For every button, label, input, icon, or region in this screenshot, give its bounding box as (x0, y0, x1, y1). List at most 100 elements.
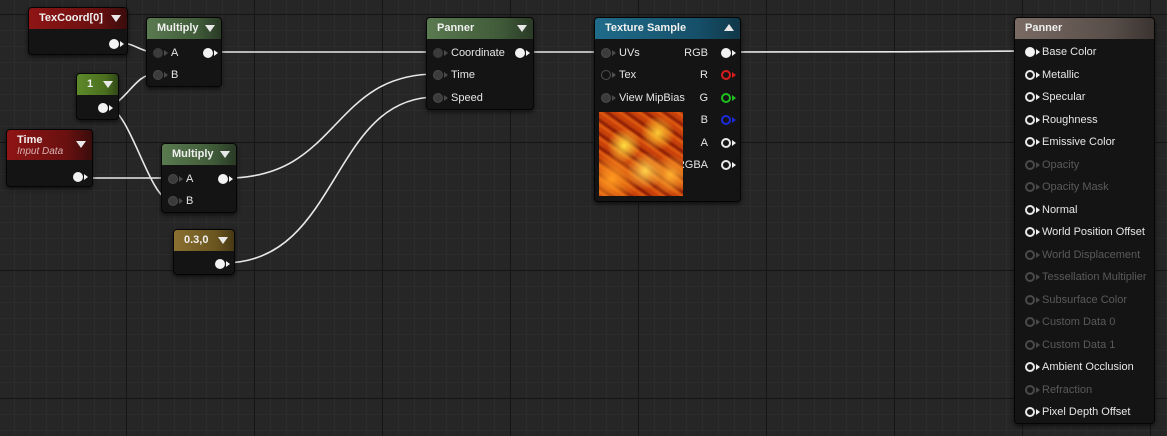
output-arrow-icon (732, 140, 736, 146)
input-arrow-icon (1036, 184, 1040, 190)
output-arrow-icon (732, 117, 736, 123)
multiply-2-input-a-pin[interactable] (168, 174, 178, 184)
chevron-down-icon[interactable] (111, 15, 121, 22)
texture-g-pin[interactable] (721, 93, 731, 103)
panner-speed-pin[interactable] (433, 93, 443, 103)
panner-speed-label: Speed (451, 92, 483, 104)
output-arrow-icon (526, 50, 530, 56)
chevron-down-icon[interactable] (220, 151, 230, 158)
constant-one-header[interactable]: 1 (77, 74, 118, 95)
material-input-specular-pin[interactable] (1025, 92, 1035, 102)
texture-sample-header[interactable]: Texture Sample (595, 18, 740, 39)
material-input-pixel-depth-offset-pin[interactable] (1025, 407, 1035, 417)
material-input-normal-pin[interactable] (1025, 205, 1035, 215)
multiply-1-output-pin[interactable] (203, 48, 213, 58)
constant-vector-node[interactable]: 0.3,0 (173, 229, 235, 275)
material-result-node[interactable]: Panner Base Color Metallic Specular Roughne… (1014, 17, 1155, 424)
multiply-1-input-a-pin[interactable] (153, 48, 163, 58)
texcoord-node-header[interactable]: TexCoord[0] (29, 8, 127, 29)
output-arrow-icon (732, 95, 736, 101)
material-input-metallic-pin[interactable] (1025, 70, 1035, 80)
output-arrow-icon (109, 105, 113, 111)
material-input-roughness-pin[interactable] (1025, 115, 1035, 125)
output-arrow-icon (120, 41, 124, 47)
panner-header[interactable]: Panner (427, 18, 533, 39)
constant-vector-header[interactable]: 0.3,0 (174, 230, 234, 251)
texture-sample-node[interactable]: Texture Sample UVs Tex View MipBias RGB … (594, 17, 741, 202)
multiply-node-2[interactable]: Multiply A B (161, 143, 237, 213)
panner-coordinate-label: Coordinate (451, 47, 505, 59)
multiply-2-input-b-pin[interactable] (168, 196, 178, 206)
material-input-world-position-offset-label: World Position Offset (1042, 226, 1145, 238)
time-node[interactable]: Time Input Data (6, 129, 93, 187)
multiply-2-header[interactable]: Multiply (162, 144, 236, 165)
texture-rgba-pin[interactable] (721, 160, 731, 170)
wire-multiply2-to-panner-time (226, 73, 437, 179)
time-node-header[interactable]: Time Input Data (7, 130, 92, 160)
input-arrow-icon (612, 50, 616, 56)
texture-a-pin[interactable] (721, 138, 731, 148)
material-input-metallic-label: Metallic (1042, 69, 1080, 81)
multiply-2-title: Multiply (172, 148, 214, 160)
multiply-node-1[interactable]: Multiply A B (146, 17, 222, 87)
material-input-emissive-color-pin[interactable] (1025, 137, 1035, 147)
multiply-1-input-b-label: B (171, 69, 179, 81)
multiply-2-input-a-label: A (186, 173, 194, 185)
panner-time-pin[interactable] (433, 70, 443, 80)
material-input-world-displacement-pin (1025, 250, 1035, 260)
input-arrow-icon (1036, 72, 1040, 78)
material-input-custom-data-1-label: Custom Data 1 (1042, 339, 1116, 351)
texture-sample-title: Texture Sample (605, 22, 687, 34)
input-arrow-icon (1036, 342, 1040, 348)
constant-one-node[interactable]: 1 (76, 73, 119, 120)
material-input-world-position-offset-pin[interactable] (1025, 227, 1035, 237)
texture-rgb-pin[interactable] (721, 48, 731, 58)
texture-uvs-pin[interactable] (601, 48, 611, 58)
chevron-down-icon[interactable] (517, 25, 527, 32)
time-output-pin[interactable] (73, 172, 83, 182)
output-arrow-icon (229, 176, 233, 182)
material-input-emissive-color-label: Emissive Color (1042, 136, 1116, 148)
chevron-down-icon[interactable] (76, 141, 86, 148)
input-arrow-icon (1036, 387, 1040, 393)
output-arrow-icon (214, 50, 218, 56)
multiply-1-title: Multiply (157, 22, 199, 34)
constant-one-output-pin[interactable] (98, 103, 108, 113)
time-node-title: Time (17, 134, 43, 146)
material-input-base-color-label: Base Color (1042, 46, 1097, 58)
chevron-down-icon[interactable] (103, 81, 113, 88)
chevron-up-icon[interactable] (724, 24, 734, 31)
input-arrow-icon (1036, 94, 1040, 100)
panner-time-label: Time (451, 69, 476, 81)
input-arrow-icon (1036, 364, 1040, 370)
material-input-ambient-occlusion-pin[interactable] (1025, 362, 1035, 372)
chevron-down-icon[interactable] (205, 25, 215, 32)
material-input-opacity-label: Opacity (1042, 159, 1080, 171)
texture-uvs-label: UVs (619, 47, 640, 59)
panner-coordinate-pin[interactable] (433, 48, 443, 58)
texture-b-label: B (700, 114, 708, 126)
multiply-1-input-b-pin[interactable] (153, 70, 163, 80)
material-input-ambient-occlusion-label: Ambient Occlusion (1042, 361, 1134, 373)
panner-node[interactable]: Panner Coordinate Time Speed (426, 17, 534, 110)
input-arrow-icon (1036, 162, 1040, 168)
texture-b-pin[interactable] (721, 115, 731, 125)
output-arrow-icon (226, 261, 230, 267)
texture-mipbias-pin[interactable] (601, 93, 611, 103)
constant-vector-output-pin[interactable] (215, 259, 225, 269)
material-input-base-color-pin[interactable] (1025, 47, 1035, 57)
texture-tex-pin[interactable] (601, 70, 611, 80)
panner-output-pin[interactable] (515, 48, 525, 58)
multiply-2-output-pin[interactable] (218, 174, 228, 184)
material-input-pixel-depth-offset-label: Pixel Depth Offset (1042, 406, 1131, 418)
texcoord-node[interactable]: TexCoord[0] (28, 7, 128, 55)
texture-r-pin[interactable] (721, 70, 731, 80)
material-result-header[interactable]: Panner (1015, 18, 1154, 39)
material-input-world-displacement-label: World Displacement (1042, 249, 1141, 261)
input-arrow-icon (444, 72, 448, 78)
chevron-down-icon[interactable] (218, 237, 228, 244)
multiply-1-header[interactable]: Multiply (147, 18, 221, 39)
input-arrow-icon (1036, 117, 1040, 123)
input-arrow-icon (1036, 297, 1040, 303)
texcoord-output-pin[interactable] (109, 39, 119, 49)
